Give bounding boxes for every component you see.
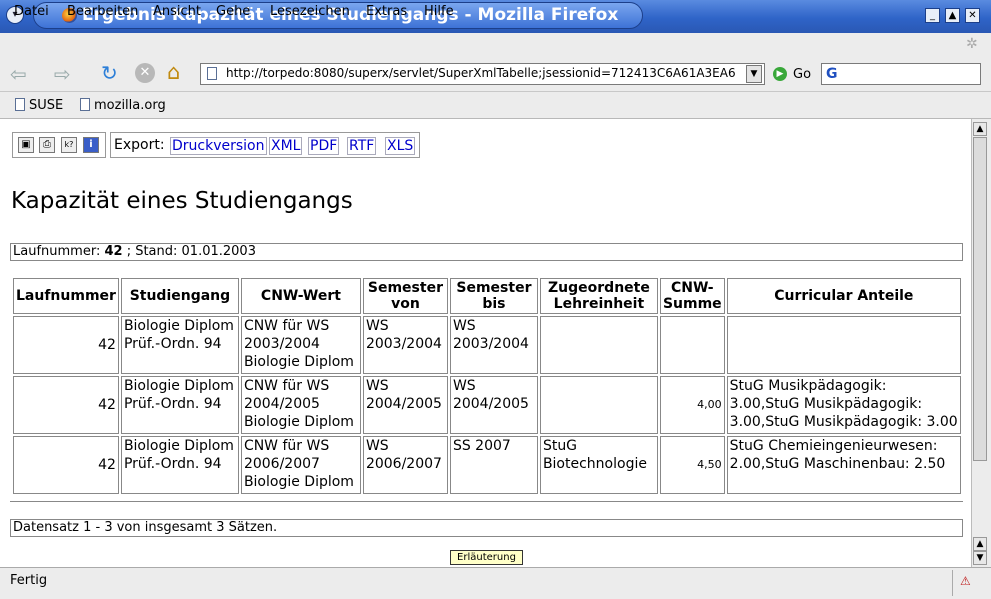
- search-input[interactable]: [821, 63, 981, 85]
- header-cnw-wert[interactable]: CNW-Wert: [240, 278, 361, 314]
- cell-semester-bis: WS 2003/2004: [449, 316, 538, 374]
- go-button[interactable]: Go: [793, 67, 811, 82]
- minimize-icon[interactable]: _: [925, 8, 940, 23]
- save-icon[interactable]: ▣: [18, 137, 34, 153]
- cell-laufnummer: 42: [13, 436, 119, 494]
- help-icon[interactable]: k?: [61, 137, 77, 153]
- cell-cnw-summe: 4,50: [659, 436, 725, 494]
- header-lehreinheit[interactable]: Zugeordnete Lehreinheit: [539, 278, 658, 314]
- status-bar: [0, 567, 991, 599]
- cell-curricular-anteile: StuG Chemieingenieurwesen: 2.00,StuG Mas…: [726, 436, 961, 494]
- menu-lesezeichen[interactable]: Lesezeichen: [270, 4, 350, 19]
- header-studiengang[interactable]: Studiengang: [120, 278, 239, 314]
- print-icon[interactable]: ⎙: [39, 137, 55, 153]
- cell-curricular-anteile: [726, 316, 961, 374]
- cell-semester-von: WS 2006/2007: [362, 436, 448, 494]
- maximize-icon[interactable]: ▲: [945, 8, 960, 23]
- export-rtf-link[interactable]: RTF: [347, 137, 377, 155]
- bookmark-label: SUSE: [29, 98, 64, 113]
- cell-semester-bis: WS 2004/2005: [449, 376, 538, 434]
- table-header-row: Laufnummer Studiengang CNW-Wert Semester…: [13, 278, 961, 314]
- status-divider: [952, 570, 953, 596]
- go-icon[interactable]: ▶: [773, 67, 787, 81]
- header-laufnummer[interactable]: Laufnummer: [13, 278, 119, 314]
- export-xml-link[interactable]: XML: [269, 137, 303, 155]
- scroll-thumb[interactable]: [973, 137, 987, 461]
- header-semester-von[interactable]: Semester von: [362, 278, 448, 314]
- url-text: http://torpedo:8080/superx/servlet/Super…: [226, 66, 736, 80]
- table-row: 42 Biologie Diplom Prüf.-Ordn. 94 CNW fü…: [13, 376, 961, 434]
- page-title: Kapazität eines Studiengangs: [11, 188, 353, 214]
- cell-laufnummer: 42: [13, 376, 119, 434]
- export-xls-link[interactable]: XLS: [385, 137, 416, 155]
- back-icon[interactable]: ⇦: [10, 62, 27, 86]
- bookmark-suse[interactable]: SUSE: [15, 98, 63, 113]
- explanation-button[interactable]: Erläuterung: [450, 550, 523, 565]
- export-print-link[interactable]: Druckversion: [170, 137, 267, 155]
- status-text: Fertig: [10, 573, 48, 588]
- cell-cnw-summe: 4,00: [659, 376, 725, 434]
- close-icon[interactable]: ✕: [965, 8, 980, 23]
- record-count: Datensatz 1 - 3 von insgesamt 3 Sätzen.: [10, 519, 963, 537]
- export-label: Export:: [114, 137, 165, 153]
- cell-studiengang: Biologie Diplom Prüf.-Ordn. 94: [120, 316, 239, 374]
- forward-icon[interactable]: ⇨: [54, 62, 71, 86]
- cell-lehreinheit: [539, 376, 658, 434]
- scroll-down-icon[interactable]: ▼: [973, 551, 987, 565]
- throbber-icon: ✲: [966, 36, 978, 52]
- bookmark-label: mozilla.org: [94, 98, 166, 113]
- divider: [10, 501, 963, 502]
- header-cnw-summe[interactable]: CNW-Summe: [659, 278, 725, 314]
- google-search-icon[interactable]: G: [826, 66, 838, 82]
- menu-datei[interactable]: Datei: [14, 4, 49, 19]
- meta-number: 42: [104, 244, 123, 259]
- bookmark-mozilla[interactable]: mozilla.org: [80, 98, 166, 113]
- cell-semester-von: WS 2004/2005: [362, 376, 448, 434]
- stop-icon[interactable]: ✕: [135, 63, 155, 83]
- menu-hilfe[interactable]: Hilfe: [424, 4, 454, 19]
- cell-studiengang: Biologie Diplom Prüf.-Ordn. 94: [120, 436, 239, 494]
- menu-bar: [0, 33, 991, 56]
- cell-cnw-wert: CNW für WS 2003/2004 Biologie Diplom: [240, 316, 361, 374]
- scroll-top-icon[interactable]: ▲: [973, 537, 987, 551]
- page-icon: [207, 67, 217, 80]
- home-icon[interactable]: ⌂: [167, 60, 180, 84]
- table-row: 42 Biologie Diplom Prüf.-Ordn. 94 CNW fü…: [13, 436, 961, 494]
- cell-cnw-wert: CNW für WS 2006/2007 Biologie Diplom: [240, 436, 361, 494]
- export-pdf-link[interactable]: PDF: [308, 137, 340, 155]
- meta-suffix: ; Stand: 01.01.2003: [122, 244, 256, 259]
- cell-lehreinheit: [539, 316, 658, 374]
- report-meta: Laufnummer: 42 ; Stand: 01.01.2003: [10, 243, 963, 261]
- results-table: Laufnummer Studiengang CNW-Wert Semester…: [11, 276, 963, 496]
- security-icon[interactable]: ⚠: [960, 574, 971, 588]
- bookmark-page-icon: [80, 98, 90, 111]
- menu-extras[interactable]: Extras: [366, 4, 407, 19]
- menu-gehe[interactable]: Gehe: [216, 4, 250, 19]
- header-curricular-anteile[interactable]: Curricular Anteile: [726, 278, 961, 314]
- cell-curricular-anteile: StuG Musikpädagogik: 3.00,StuG Musikpäda…: [726, 376, 961, 434]
- scroll-up-icon[interactable]: ▲: [973, 122, 987, 136]
- bookmark-page-icon: [15, 98, 25, 111]
- cell-semester-von: WS 2003/2004: [362, 316, 448, 374]
- menu-ansicht[interactable]: Ansicht: [153, 4, 201, 19]
- cell-semester-bis: SS 2007: [449, 436, 538, 494]
- cell-studiengang: Biologie Diplom Prüf.-Ordn. 94: [120, 376, 239, 434]
- info-icon[interactable]: i: [83, 137, 99, 153]
- reload-icon[interactable]: ↻: [101, 61, 118, 85]
- url-dropdown-icon[interactable]: ▼: [746, 65, 762, 83]
- cell-cnw-summe: [659, 316, 725, 374]
- cell-cnw-wert: CNW für WS 2004/2005 Biologie Diplom: [240, 376, 361, 434]
- cell-laufnummer: 42: [13, 316, 119, 374]
- meta-prefix: Laufnummer:: [13, 244, 105, 259]
- header-semester-bis[interactable]: Semester bis: [449, 278, 538, 314]
- table-row: 42 Biologie Diplom Prüf.-Ordn. 94 CNW fü…: [13, 316, 961, 374]
- menu-bearbeiten[interactable]: Bearbeiten: [67, 4, 138, 19]
- cell-lehreinheit: StuG Biotechnologie: [539, 436, 658, 494]
